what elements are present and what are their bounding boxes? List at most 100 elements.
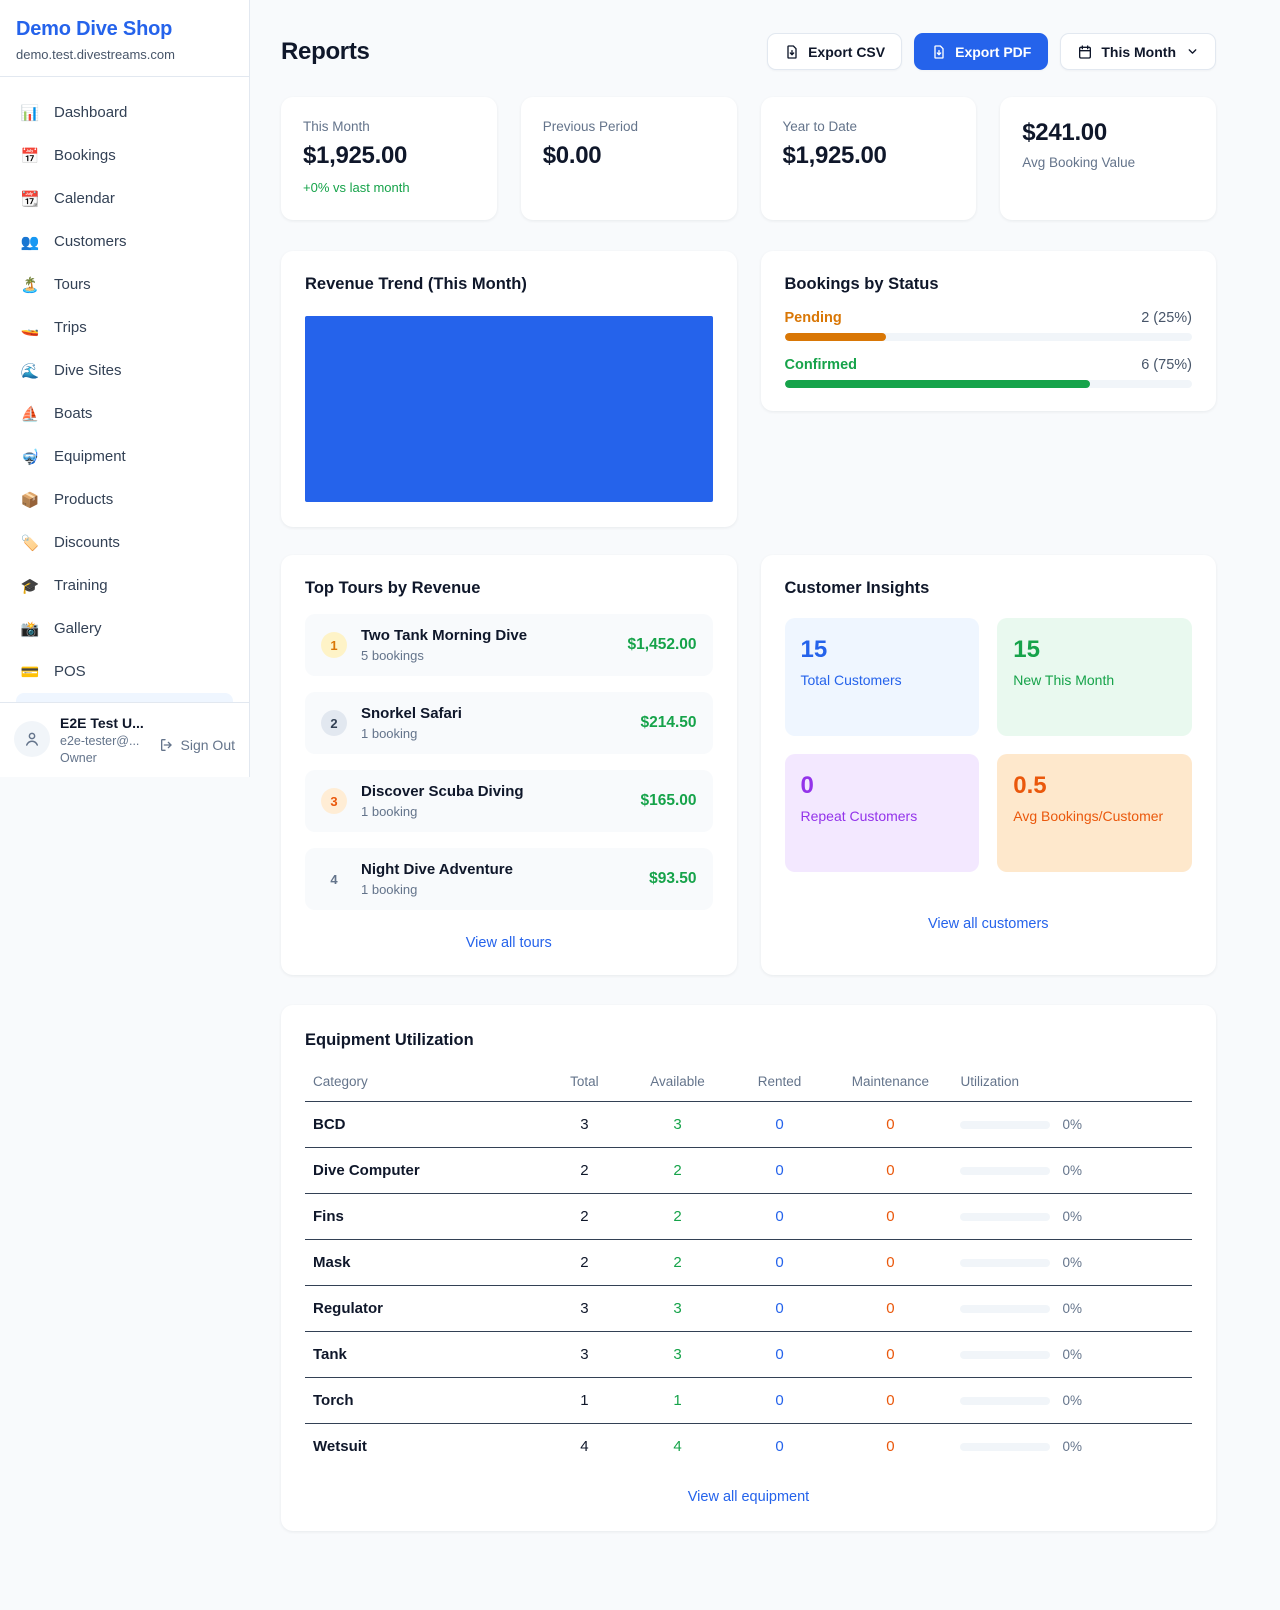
sidebar-item-dive-sites[interactable]: 🌊 Dive Sites (8, 349, 241, 392)
people-icon: 👥 (20, 233, 40, 251)
sidebar-item-discounts[interactable]: 🏷️ Discounts (8, 521, 241, 564)
cell-rented: 0 (731, 1332, 829, 1378)
export-csv-label: Export CSV (808, 44, 885, 60)
sidebar-item-tours[interactable]: 🏝️ Tours (8, 263, 241, 306)
bookings-by-status-card: Bookings by Status Pending 2 (25%) Confi… (761, 251, 1217, 411)
insight-tile-avg-bookings: 0.5 Avg Bookings/Customer (997, 754, 1192, 872)
cell-maintenance: 0 (828, 1102, 952, 1148)
sidebar-item-dashboard[interactable]: 📊 Dashboard (8, 91, 241, 134)
cell-category: BCD (305, 1102, 544, 1148)
cell-maintenance: 0 (828, 1240, 952, 1286)
sidebar-item-label: Calendar (54, 190, 115, 207)
stat-card-year-to-date: Year to Date $1,925.00 (761, 97, 977, 220)
cell-total: 3 (544, 1332, 624, 1378)
header-actions: Export CSV Export PDF This Month (767, 33, 1216, 70)
view-all-customers-link[interactable]: View all customers (785, 898, 1193, 932)
sidebar-item-trips[interactable]: 🚤 Trips (8, 306, 241, 349)
cell-category: Torch (305, 1378, 544, 1424)
table-row: Wetsuit 4 4 0 0 0% (305, 1424, 1192, 1470)
stat-label: This Month (303, 119, 475, 134)
stat-card-avg-booking-value: $241.00 Avg Booking Value (1000, 97, 1216, 220)
stat-label: Year to Date (783, 119, 955, 134)
sidebar-item-label: Products (54, 491, 113, 508)
utilization-bar (960, 1259, 1050, 1267)
camera-icon: 📸 (20, 620, 40, 638)
cell-maintenance: 0 (828, 1378, 952, 1424)
cell-maintenance: 0 (828, 1424, 952, 1470)
sidebar-item-bookings[interactable]: 📅 Bookings (8, 134, 241, 177)
cell-utilization: 0% (952, 1148, 1192, 1194)
sidebar-item-reports-highlight[interactable] (16, 693, 233, 702)
sign-out-button[interactable]: Sign Out (159, 737, 235, 753)
progress-fill (785, 380, 1091, 388)
sidebar-item-label: Trips (54, 319, 87, 336)
cell-utilization: 0% (952, 1102, 1192, 1148)
sidebar-item-customers[interactable]: 👥 Customers (8, 220, 241, 263)
stats-row: This Month $1,925.00 +0% vs last month P… (281, 97, 1216, 220)
cell-rented: 0 (731, 1102, 829, 1148)
brand-name: Demo Dive Shop (16, 18, 233, 41)
status-label: Pending (785, 310, 842, 326)
utilization-bar (960, 1351, 1050, 1359)
insight-tile-new-this-month: 15 New This Month (997, 618, 1192, 736)
tour-revenue: $165.00 (640, 792, 696, 810)
col-available: Available (624, 1068, 730, 1102)
period-dropdown[interactable]: This Month (1060, 33, 1216, 70)
user-name: E2E Test U... (60, 715, 149, 731)
credit-card-icon: 💳 (20, 663, 40, 681)
cell-maintenance: 0 (828, 1332, 952, 1378)
sidebar-item-equipment[interactable]: 🤿 Equipment (8, 435, 241, 478)
stat-delta: +0% vs last month (303, 180, 475, 195)
cell-available: 3 (624, 1286, 730, 1332)
stat-card-previous-period: Previous Period $0.00 (521, 97, 737, 220)
bookings-by-status-title: Bookings by Status (785, 275, 1193, 294)
cell-category: Wetsuit (305, 1424, 544, 1470)
table-row: Dive Computer 2 2 0 0 0% (305, 1148, 1192, 1194)
sidebar-item-pos[interactable]: 💳 POS (8, 650, 241, 693)
cell-category: Dive Computer (305, 1148, 544, 1194)
sidebar-item-gallery[interactable]: 📸 Gallery (8, 607, 241, 650)
sidebar-item-calendar[interactable]: 📆 Calendar (8, 177, 241, 220)
sidebar-item-training[interactable]: 🎓 Training (8, 564, 241, 607)
cell-total: 3 (544, 1286, 624, 1332)
status-count: 6 (75%) (1141, 357, 1192, 373)
insight-value: 0.5 (1013, 772, 1176, 800)
tour-bookings: 5 bookings (361, 648, 614, 663)
cell-available: 3 (624, 1102, 730, 1148)
calendar-date-icon: 📅 (20, 147, 40, 165)
tour-bookings: 1 booking (361, 882, 635, 897)
revenue-trend-chart (305, 316, 713, 502)
period-label: This Month (1101, 44, 1176, 60)
sidebar-item-boats[interactable]: ⛵ Boats (8, 392, 241, 435)
col-rented: Rented (731, 1068, 829, 1102)
customer-insights-title: Customer Insights (785, 579, 1193, 598)
cell-utilization: 0% (952, 1424, 1192, 1470)
sailboat-icon: ⛵ (20, 405, 40, 423)
island-icon: 🏝️ (20, 276, 40, 294)
table-row: Torch 1 1 0 0 0% (305, 1378, 1192, 1424)
col-maintenance: Maintenance (828, 1068, 952, 1102)
wave-icon: 🌊 (20, 362, 40, 380)
rank-badge: 2 (321, 710, 347, 736)
table-row: Regulator 3 3 0 0 0% (305, 1286, 1192, 1332)
sidebar-item-products[interactable]: 📦 Products (8, 478, 241, 521)
cell-total: 4 (544, 1424, 624, 1470)
cell-maintenance: 0 (828, 1194, 952, 1240)
cell-available: 2 (624, 1194, 730, 1240)
utilization-bar (960, 1121, 1050, 1129)
export-csv-button[interactable]: Export CSV (767, 33, 902, 70)
sidebar-item-label: POS (54, 663, 86, 680)
export-pdf-button[interactable]: Export PDF (914, 33, 1048, 70)
equipment-table: Category Total Available Rented Maintena… (305, 1068, 1192, 1469)
cell-total: 2 (544, 1194, 624, 1240)
revenue-trend-title: Revenue Trend (This Month) (305, 275, 713, 294)
person-icon (23, 730, 41, 748)
insight-value: 15 (1013, 636, 1176, 664)
view-all-equipment-link[interactable]: View all equipment (305, 1469, 1192, 1513)
list-item: 3 Discover Scuba Diving 1 booking $165.0… (305, 770, 713, 832)
cell-available: 2 (624, 1148, 730, 1194)
export-pdf-label: Export PDF (955, 44, 1031, 60)
stat-card-this-month: This Month $1,925.00 +0% vs last month (281, 97, 497, 220)
sign-out-label: Sign Out (181, 737, 235, 753)
view-all-tours-link[interactable]: View all tours (305, 917, 713, 951)
